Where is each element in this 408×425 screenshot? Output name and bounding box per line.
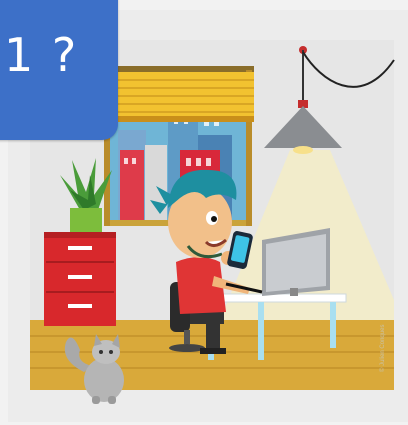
number-badge: 1 ? xyxy=(0,0,118,140)
artist-credit: © Julien Conques xyxy=(380,324,386,372)
window-blinds xyxy=(104,72,254,122)
red-cabinet xyxy=(44,232,116,326)
illustration-frame: © Julien Conques 1 ? xyxy=(0,0,408,425)
badge-text: 1 ? xyxy=(4,28,79,82)
